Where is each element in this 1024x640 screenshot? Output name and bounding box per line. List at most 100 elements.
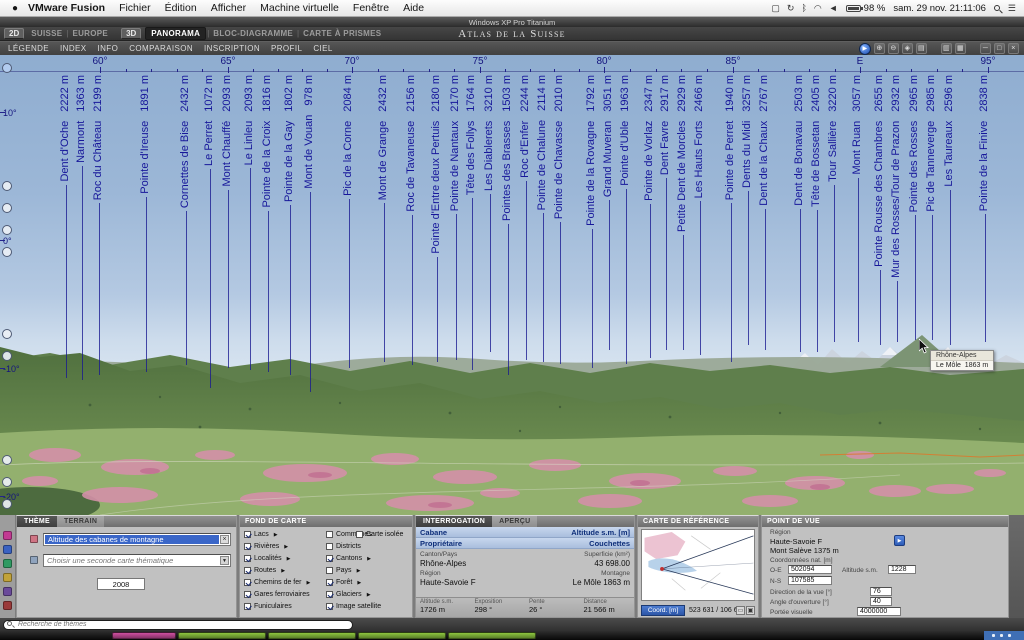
menu-item-fenetre[interactable]: Fenêtre (353, 2, 389, 14)
menubar-app-name[interactable]: VMware Fusion (28, 2, 105, 14)
display-icon[interactable]: ▢ (771, 3, 780, 14)
menubar-clock[interactable]: sam. 29 nov. 21:11:06 (893, 3, 986, 14)
tab-interrogation[interactable]: INTERROGATION (416, 516, 492, 527)
style-arrow-icon[interactable]: ▶ (367, 592, 371, 598)
panel-strip-icon[interactable] (3, 559, 12, 568)
app-menu-inscription[interactable]: INSCRIPTION (204, 44, 260, 53)
mode-2d-button[interactable]: 2D (4, 28, 24, 39)
spotlight-icon[interactable] (994, 5, 1000, 11)
style-arrow-icon[interactable]: ▶ (281, 568, 285, 574)
reference-map[interactable] (641, 529, 755, 601)
tab-theme[interactable]: THÈME (17, 516, 57, 527)
print-icon[interactable]: ▤ (916, 43, 927, 54)
nav-item-suisse[interactable]: SUISSE (28, 29, 65, 38)
clear-theme-button[interactable]: × (220, 535, 229, 544)
basemap-option-glaciers[interactable]: Glaciers▶ (326, 591, 371, 598)
second-theme-select[interactable]: Choisir une seconde carte thématique ▼ (43, 554, 231, 567)
taskbar-button[interactable] (448, 632, 536, 639)
basemap-option-localites[interactable]: Localités▶ (244, 555, 291, 562)
minimize-icon[interactable]: ─ (980, 43, 991, 54)
alt-input[interactable]: 1228 (888, 565, 916, 574)
panorama-tool-icon[interactable] (2, 329, 12, 339)
panel-strip-icon[interactable] (3, 531, 12, 540)
tab-apercu[interactable]: APERÇU (492, 516, 537, 527)
apple-icon[interactable]: ● (0, 3, 28, 14)
oe-input[interactable]: 502094 (788, 565, 832, 574)
layers-icon[interactable]: ▦ (955, 43, 966, 54)
panorama-tool-icon[interactable] (2, 499, 12, 509)
menu-item-fichier[interactable]: Fichier (119, 2, 151, 14)
menu-item-edition[interactable]: Édition (165, 2, 197, 14)
panel-strip-icon[interactable] (3, 545, 12, 554)
panorama-tool-icon[interactable] (2, 477, 12, 487)
menu-item-aide[interactable]: Aide (403, 2, 424, 14)
map-grid-icon[interactable]: ▣ (746, 606, 755, 615)
taskbar-button[interactable] (112, 632, 176, 639)
panorama-tool-icon[interactable] (2, 247, 12, 257)
basemap-option-funiculaires[interactable]: Funiculaires (244, 603, 292, 610)
basemap-option-lacs[interactable]: Lacs▶ (244, 531, 278, 538)
basemap-option-gares-ferroviaires[interactable]: Gares ferroviaires (244, 591, 310, 598)
menu-item-afficher[interactable]: Afficher (211, 2, 246, 14)
search-input[interactable] (3, 620, 353, 630)
app-menu-comparaison[interactable]: COMPARAISON (129, 44, 193, 53)
basemap-option-carte-isolee[interactable]: Carte isolée (356, 531, 403, 538)
battery-indicator[interactable]: 98 % (846, 3, 886, 14)
basemap-option-cantons[interactable]: Cantons▶ (326, 555, 371, 562)
app-menu-legende[interactable]: LÉGENDE (8, 44, 49, 53)
nav-item-carte-a-prismes[interactable]: CARTE À PRISMES (300, 29, 384, 38)
basemap-option-rivieres[interactable]: Rivières▶ (244, 543, 288, 550)
wifi-icon[interactable]: ◠ (814, 3, 822, 14)
page-icon[interactable]: ▥ (941, 43, 952, 54)
mode-3d-button[interactable]: 3D (121, 28, 141, 39)
zoom-in-icon[interactable]: ⊕ (874, 43, 885, 54)
style-arrow-icon[interactable]: ▶ (284, 544, 288, 550)
nav-item-panorama[interactable]: PANORAMA (145, 27, 206, 40)
panorama-tool-icon[interactable] (2, 455, 12, 465)
basemap-option-image-satellite[interactable]: Image satellite (326, 603, 381, 610)
play-icon[interactable]: ▶ (859, 43, 871, 55)
zoom-out-icon[interactable]: ⊖ (888, 43, 899, 54)
pan-icon[interactable]: ◈ (902, 43, 913, 54)
basemap-option-chemins-de-fer[interactable]: Chemins de fer▶ (244, 579, 310, 586)
ns-input[interactable]: 107585 (788, 576, 832, 585)
style-arrow-icon[interactable]: ▶ (357, 568, 361, 574)
basemap-option-pays[interactable]: Pays▶ (326, 567, 360, 574)
panorama-tool-icon[interactable] (2, 225, 12, 235)
system-tray[interactable] (984, 631, 1024, 640)
panel-strip-icon[interactable] (3, 573, 12, 582)
panorama-tool-icon[interactable] (2, 181, 12, 191)
app-menu-index[interactable]: INDEX (60, 44, 86, 53)
map-tool-icon[interactable]: ▭ (736, 606, 745, 615)
panorama-view[interactable]: 60°65°70°75°80°85°E95° 10°0°-10°-20° Den… (0, 55, 1024, 515)
style-arrow-icon[interactable]: ▶ (274, 532, 278, 538)
panel-scroll-area[interactable] (1009, 515, 1024, 618)
style-arrow-icon[interactable]: ▶ (306, 580, 310, 586)
panel-strip-icon[interactable] (3, 587, 12, 596)
app-menu-ciel[interactable]: CIEL (313, 44, 332, 53)
notification-center-icon[interactable]: ☰ (1008, 3, 1016, 14)
taskbar-button[interactable] (178, 632, 266, 639)
restore-icon[interactable]: □ (994, 43, 1005, 54)
theme-select[interactable]: Altitude des cabanes de montagne × (43, 533, 231, 546)
bluetooth-icon[interactable]: ᛒ (801, 3, 806, 14)
nav-item-bloc-diagramme[interactable]: BLOC-DIAGRAMME (210, 29, 296, 38)
nav-item-europe[interactable]: EUROPE (69, 29, 111, 38)
app-menu-profil[interactable]: PROFIL (271, 44, 302, 53)
panorama-tool-icon[interactable] (2, 63, 12, 73)
tab-terrain[interactable]: TERRAIN (57, 516, 104, 527)
panel-strip-icon[interactable] (3, 601, 12, 610)
year-input[interactable]: 2008 (97, 578, 145, 590)
fly-to-icon[interactable]: ▶ (894, 535, 905, 546)
panorama-tool-icon[interactable] (2, 351, 12, 361)
chevron-down-icon[interactable]: ▼ (220, 556, 229, 565)
coord-button[interactable]: Coord. [m] (641, 605, 685, 616)
volume-icon[interactable]: ◄ (829, 3, 838, 14)
close-icon[interactable]: × (1008, 43, 1019, 54)
range-input[interactable]: 4000000 (857, 607, 901, 616)
panorama-tool-icon[interactable] (2, 203, 12, 213)
sync-icon[interactable]: ↻ (787, 3, 795, 14)
taskbar-button[interactable] (268, 632, 356, 639)
angle-input[interactable]: 40 (870, 597, 892, 606)
taskbar-button[interactable] (358, 632, 446, 639)
